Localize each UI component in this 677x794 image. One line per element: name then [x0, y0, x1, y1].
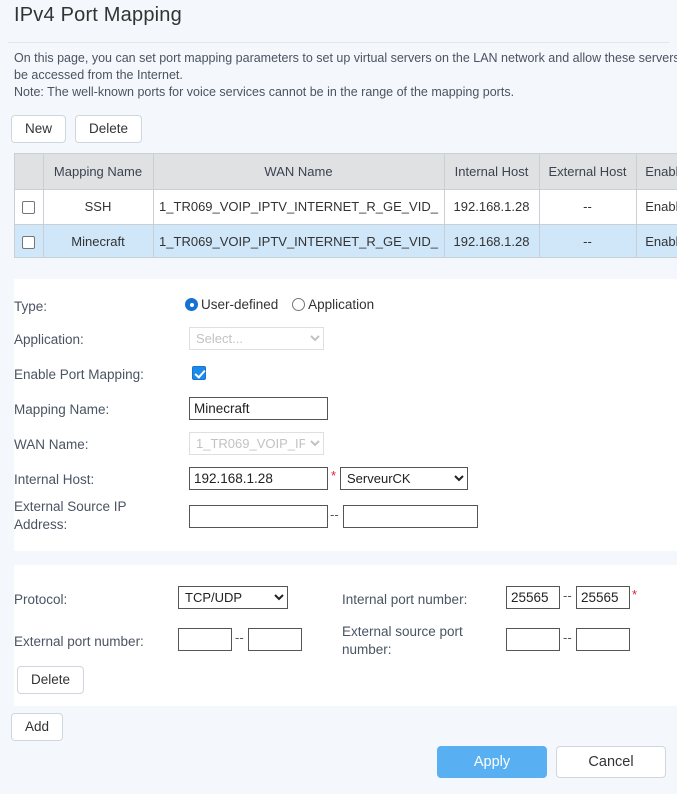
external-source-ip-start-input[interactable] — [189, 505, 328, 528]
cell-mapping-name: Minecraft — [43, 224, 154, 257]
new-button[interactable]: New — [11, 115, 67, 143]
internal-port-required-marker: * — [632, 587, 638, 602]
column-header-wan-name: WAN Name — [153, 154, 445, 190]
type-option-application-label: Application — [308, 297, 375, 312]
external-source-port-label-line2: number: — [342, 642, 392, 657]
wan-name-select[interactable]: 1_TR069_VOIP_IP — [189, 432, 324, 455]
port-settings-panel: Protocol: TCP/UDP Internal port number: … — [14, 565, 677, 706]
cell-enable: Enable — [636, 189, 677, 225]
cell-wan-name: 1_TR069_VOIP_IPTV_INTERNET_R_GE_VID_ — [153, 189, 445, 225]
type-option-application[interactable]: Application — [292, 297, 374, 312]
row-select-cell[interactable] — [15, 189, 44, 225]
external-port-start-input[interactable] — [178, 628, 232, 651]
cell-internal-host: 192.168.1.28 — [444, 224, 540, 257]
cancel-button[interactable]: Cancel — [556, 746, 666, 778]
page-title: IPv4 Port Mapping — [14, 4, 182, 26]
port-mapping-table-container: Mapping Name WAN Name Internal Host Exte… — [14, 153, 677, 258]
delete-button[interactable]: Delete — [75, 115, 143, 143]
wan-name-label: WAN Name: — [14, 437, 89, 452]
enable-port-mapping-checkbox[interactable] — [192, 366, 206, 380]
column-header-enable: Enable — [636, 154, 677, 190]
intro-line-3: Note: The well-known ports for voice ser… — [14, 85, 515, 99]
port-mapping-table: Mapping Name WAN Name Internal Host Exte… — [15, 154, 677, 257]
external-source-port-range-separator: -- — [563, 630, 572, 645]
row-select-checkbox[interactable] — [22, 236, 36, 250]
external-source-ip-label-line2: Address: — [14, 517, 68, 532]
type-option-user-defined-label: User-defined — [201, 297, 279, 312]
intro-line-1: On this page, you can set port mapping p… — [14, 51, 677, 65]
add-button[interactable]: Add — [11, 713, 64, 741]
row-select-checkbox[interactable] — [22, 201, 36, 215]
mapping-name-input[interactable] — [189, 397, 328, 420]
type-radio-user-defined[interactable] — [185, 298, 198, 311]
type-radio-group: User-defined Application — [185, 297, 374, 312]
mapping-settings-panel: Type: User-defined Application Applicati… — [14, 279, 677, 551]
row-select-cell[interactable] — [15, 224, 44, 257]
application-select[interactable]: Select... — [189, 327, 324, 350]
column-header-select — [15, 154, 44, 190]
cell-mapping-name: SSH — [43, 189, 154, 225]
enable-port-mapping-label: Enable Port Mapping: — [14, 367, 144, 382]
type-label: Type: — [14, 299, 48, 314]
external-port-label: External port number: — [14, 634, 144, 649]
mapping-name-label: Mapping Name: — [14, 402, 110, 417]
table-header-row: Mapping Name WAN Name Internal Host Exte… — [15, 154, 677, 190]
table-row[interactable]: SSH 1_TR069_VOIP_IPTV_INTERNET_R_GE_VID_… — [15, 189, 677, 225]
table-row[interactable]: Minecraft 1_TR069_VOIP_IPTV_INTERNET_R_G… — [15, 224, 677, 257]
delete-port-rule-button[interactable]: Delete — [17, 666, 85, 694]
external-source-ip-range-separator: -- — [330, 507, 339, 522]
external-source-port-label: External source port number: — [342, 623, 502, 659]
apply-button[interactable]: Apply — [437, 746, 547, 778]
external-source-port-start-input[interactable] — [506, 628, 560, 651]
type-radio-application[interactable] — [292, 298, 306, 311]
internal-port-label: Internal port number: — [342, 592, 468, 607]
type-option-user-defined[interactable]: User-defined — [185, 297, 278, 312]
external-port-end-input[interactable] — [248, 628, 302, 651]
external-source-port-end-input[interactable] — [576, 628, 630, 651]
cell-internal-host: 192.168.1.28 — [444, 189, 540, 225]
internal-port-end-input[interactable] — [576, 586, 630, 609]
cell-external-host: -- — [539, 224, 637, 257]
column-header-external-host: External Host — [539, 154, 637, 190]
cell-external-host: -- — [539, 189, 637, 225]
column-header-internal-host: Internal Host — [444, 154, 540, 190]
internal-port-start-input[interactable] — [506, 586, 560, 609]
application-label: Application: — [14, 332, 84, 347]
internal-host-label: Internal Host: — [14, 472, 95, 487]
internal-host-required-marker: * — [331, 468, 337, 483]
intro-line-2: be accessed from the Internet. — [14, 68, 183, 82]
internal-host-device-select[interactable]: ServeurCK — [340, 467, 468, 490]
internal-port-range-separator: -- — [563, 588, 572, 603]
title-divider — [8, 42, 669, 43]
external-port-range-separator: -- — [235, 630, 244, 645]
ipv4-port-mapping-page: IPv4 Port Mapping On this page, you can … — [0, 0, 677, 794]
external-source-port-label-line1: External source port — [342, 624, 463, 639]
cell-wan-name: 1_TR069_VOIP_IPTV_INTERNET_R_GE_VID_ — [153, 224, 445, 257]
external-source-ip-label: External Source IP Address: — [14, 498, 179, 534]
page-description: On this page, you can set port mapping p… — [14, 50, 677, 101]
column-header-mapping-name: Mapping Name — [43, 154, 154, 190]
protocol-label: Protocol: — [14, 592, 68, 607]
protocol-select[interactable]: TCP/UDP — [178, 586, 288, 609]
external-source-ip-end-input[interactable] — [343, 505, 478, 528]
footer-actions: Apply Cancel — [437, 746, 666, 778]
external-source-ip-label-line1: External Source IP — [14, 499, 127, 514]
internal-host-input[interactable] — [189, 467, 328, 490]
table-toolbar: New Delete — [11, 115, 143, 143]
cell-enable: Enable — [636, 224, 677, 257]
